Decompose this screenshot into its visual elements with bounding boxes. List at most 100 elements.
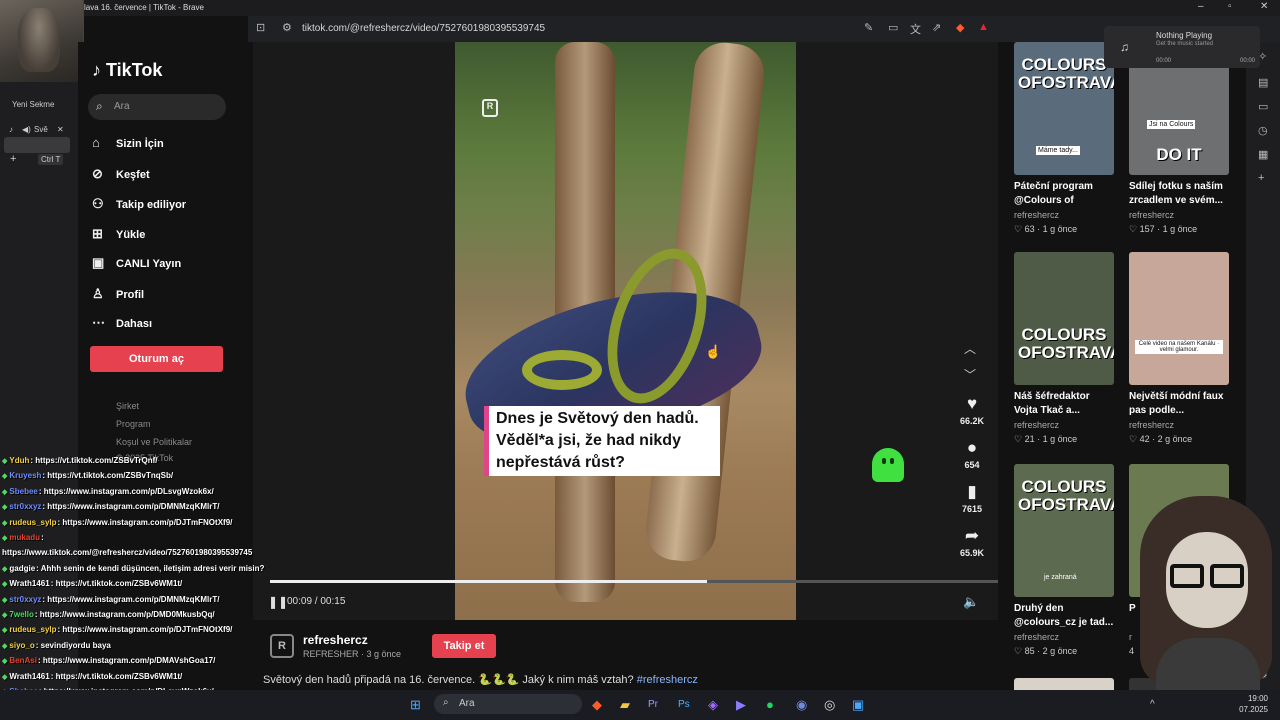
tab-close-icon[interactable]: ✕ [57,125,64,134]
active-tab[interactable] [4,137,70,153]
card-user[interactable]: refreshercz [1129,420,1229,430]
save-button[interactable]: ▮ 7615 [952,482,992,514]
nav-live[interactable]: ▣ CANLI Yayın [92,255,181,277]
video-progress-bar[interactable] [270,580,998,583]
video-card[interactable]: COLOURS OFOSTRAVA Máme tady... Páteční p… [1014,42,1114,235]
chat-username[interactable]: Wrath1461 [9,579,49,588]
add-panel-icon[interactable]: + [1258,172,1264,184]
video-card[interactable]: COLOURS OFOSTRAVA je zahraná Druhý den @… [1014,464,1114,657]
nav-profile[interactable]: ♙ Profil [92,286,144,308]
previous-video-icon[interactable]: ︿ [964,340,976,357]
bookmark-icon[interactable]: ⊡ [256,21,265,34]
chat-badge-icon: ◆ [2,488,8,496]
maximize-icon[interactable]: ▫ [1228,1,1232,12]
site-info-icon[interactable]: ⚙ [282,21,292,34]
card-user[interactable]: refreshercz [1014,632,1114,642]
browser-active-icon[interactable]: ▣ [852,697,864,713]
footer-link-company[interactable]: Şirket [116,401,139,411]
nav-explore[interactable]: ⊘ Keşfet [92,166,150,188]
file-explorer-icon[interactable]: ▰ [620,697,630,713]
comment-button[interactable]: ● 654 [952,438,992,470]
minimize-icon[interactable]: – [1198,1,1204,12]
like-button[interactable]: ♥ 66.2K [952,394,992,426]
url-text[interactable]: tiktok.com/@refreshercz/video/7527601980… [302,23,545,34]
brave-taskbar-icon[interactable]: ◆ [592,697,602,713]
card-user[interactable]: refreshercz [1014,210,1114,220]
search-input[interactable]: ⌕ Ara [88,94,226,120]
new-tab-plus-icon[interactable]: + [10,153,16,165]
chat-username[interactable]: gadgie [9,564,35,573]
card-title[interactable]: Náš šéfredaktor Vojta Tkač a... [1014,390,1114,418]
video-card[interactable]: Jsi na Colours DO IT Sdílej fotku s naší… [1129,42,1229,235]
bookmarks-icon[interactable]: ▭ [1258,100,1268,113]
reader-icon[interactable]: ✎ [864,21,873,34]
card-user[interactable]: refreshercz [1129,210,1229,220]
tray-chevron-icon[interactable]: ^ [1150,699,1155,710]
chat-username[interactable]: rudeus_sylp [9,518,56,527]
new-tab-label[interactable]: Yeni Sekme [12,100,54,109]
chat-username[interactable]: str0xxyz [9,502,41,511]
footer-link-program[interactable]: Program [116,419,151,429]
video-card[interactable]: Celé video na našem Kanálu · velmi glamo… [1129,252,1229,445]
volume-icon[interactable]: 🔈 [963,594,979,610]
video-thumbnail[interactable]: COLOURS OFOSTRAVA je zahraná [1014,464,1114,597]
card-title[interactable]: Druhý den @colours_cz je tad... [1014,602,1114,630]
translate-icon[interactable]: 文 [910,21,921,37]
chat-username[interactable]: str0xxyz [9,595,41,604]
discord-icon[interactable]: ◉ [796,697,807,713]
card-likes: 63 [1024,224,1035,234]
heart-icon: ♥ [966,394,978,413]
nav-upload[interactable]: ⊞ Yükle [92,226,145,248]
tiktok-logo[interactable]: ♪ TikTok [92,60,162,81]
hashtag-link[interactable]: #refreshercz [637,674,698,686]
close-icon[interactable]: ✕ [1260,1,1268,12]
playlist-icon[interactable]: ▦ [1258,148,1268,161]
nav-for-you[interactable]: ⌂ Sizin İçin [92,135,164,157]
chat-username[interactable]: 7wello [9,610,33,619]
obs-icon[interactable]: ◎ [824,697,835,713]
card-user[interactable]: refreshercz [1014,420,1114,430]
nav-following[interactable]: ⚇ Takip ediliyor [92,196,186,218]
chat-username[interactable]: Yduh [9,456,29,465]
card-title[interactable]: Páteční program @Colours of Ostrav... [1014,180,1114,208]
app-icon[interactable]: ▶ [736,697,746,713]
obsidian-icon[interactable]: ◈ [708,697,718,713]
follow-button[interactable]: Takip et [432,634,496,658]
share-button[interactable]: ➦ 65.9K [952,526,992,558]
spotify-icon[interactable]: ● [766,697,774,712]
chat-username[interactable]: Wrath1461 [9,672,49,681]
reading-list-icon[interactable]: ▤ [1258,76,1268,89]
active-tab-label[interactable]: Svě [34,125,48,134]
audio-icon[interactable]: ◀) [22,125,31,134]
chat-username[interactable]: Kruyesh [9,471,41,480]
media-player-widget[interactable]: ♫ Nothing Playing Get the music started … [1104,26,1260,68]
card-title[interactable]: Největší módní faux pas podle... [1129,390,1229,418]
next-video-icon[interactable]: ﹀ [964,366,976,383]
share-icon[interactable]: ⇗ [932,21,941,34]
brave-rewards-icon[interactable]: ▲ [978,21,989,33]
history-icon[interactable]: ◷ [1258,124,1268,137]
video-thumbnail[interactable]: COLOURS OFOSTRAVA Máme tady... [1014,42,1114,175]
chat-username[interactable]: Sbebee [9,487,37,496]
chat-username[interactable]: mukadu [9,533,40,542]
chat-username[interactable]: siyo_o [9,641,34,650]
tiktok-favicon-icon: ♪ [9,125,13,134]
video-thumbnail[interactable]: Celé video na našem Kanálu · velmi glamo… [1129,252,1229,385]
video-card[interactable]: COLOURS OFOSTRAVA Náš šéfredaktor Vojta … [1014,252,1114,445]
chat-username[interactable]: BenAsi [9,656,37,665]
footer-link-terms[interactable]: Koşul ve Politikalar [116,437,192,447]
system-clock[interactable]: 19:00 07.2025 [1208,693,1268,715]
nav-more[interactable]: ⋯ Dahası [92,315,152,337]
chat-username[interactable]: rudeus_sylp [9,625,56,634]
card-title[interactable]: Sdílej fotku s naším zrcadlem ve svém... [1129,180,1229,208]
windows-start-icon[interactable]: ⊞ [410,697,421,713]
video-thumbnail[interactable]: COLOURS OFOSTRAVA [1014,252,1114,385]
author-name[interactable]: refreshercz [303,633,368,647]
photoshop-icon[interactable]: Ps [678,699,690,710]
heart-outline-icon: ♡ [1014,224,1023,234]
premiere-icon[interactable]: Pr [648,699,658,710]
brave-shields-icon[interactable]: ◆ [956,21,964,34]
cast-icon[interactable]: ▭ [888,21,898,34]
taskbar-search[interactable]: ⌕ Ara [434,694,582,714]
login-button[interactable]: Oturum aç [90,346,223,372]
